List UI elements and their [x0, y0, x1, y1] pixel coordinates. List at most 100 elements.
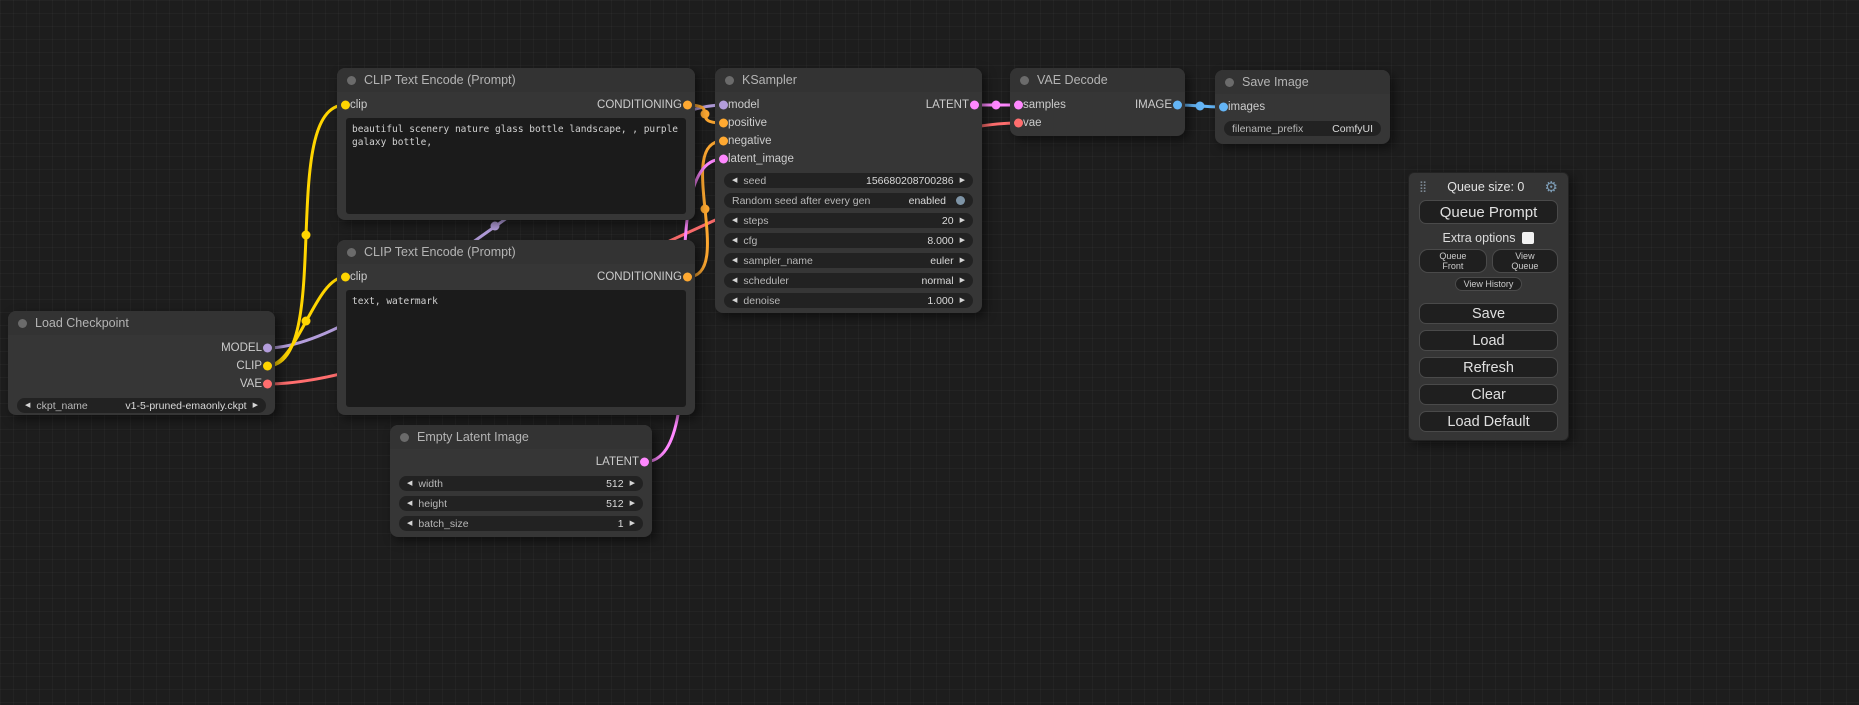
left-arrow-icon[interactable]: ◀	[732, 297, 737, 304]
model-input-port[interactable]	[719, 101, 728, 110]
node-title-bar[interactable]: CLIP Text Encode (Prompt)	[337, 68, 695, 92]
collapse-dot[interactable]	[725, 76, 734, 85]
left-arrow-icon[interactable]: ◀	[732, 177, 737, 184]
left-arrow-icon[interactable]: ◀	[732, 237, 737, 244]
widget-steps[interactable]: ◀ steps 20 ▶	[724, 213, 973, 228]
link-midpoint-dot	[992, 101, 1001, 110]
right-arrow-icon[interactable]: ▶	[960, 277, 965, 284]
negative-input-port[interactable]	[719, 137, 728, 146]
widget-width[interactable]: ◀ width 512 ▶	[399, 476, 643, 491]
slot-label: clip	[350, 271, 367, 283]
link-midpoint-dot	[701, 205, 710, 214]
node-title-bar[interactable]: CLIP Text Encode (Prompt)	[337, 240, 695, 264]
drag-handle-icon[interactable]: ⣿	[1419, 182, 1427, 193]
node-graph-canvas[interactable]: Load Checkpoint MODEL CLIP VAE ◀ ckpt_na…	[0, 0, 1859, 705]
node-ksampler[interactable]: KSampler model LATENT positive negative …	[715, 68, 982, 313]
widget-name: Random seed after every gen	[732, 195, 870, 207]
extra-options-checkbox[interactable]	[1522, 232, 1534, 244]
positive-input-port[interactable]	[719, 119, 728, 128]
collapse-dot[interactable]	[1020, 76, 1029, 85]
right-arrow-icon[interactable]: ▶	[960, 297, 965, 304]
right-arrow-icon[interactable]: ▶	[960, 177, 965, 184]
widget-sampler-name[interactable]: ◀ sampler_name euler ▶	[724, 253, 973, 268]
output-slot-clip: CLIP	[8, 357, 275, 375]
image-output-port[interactable]	[1173, 101, 1182, 110]
right-arrow-icon[interactable]: ▶	[960, 217, 965, 224]
left-arrow-icon[interactable]: ◀	[407, 500, 412, 507]
node-clip-text-encode-negative[interactable]: CLIP Text Encode (Prompt) clip CONDITION…	[337, 240, 695, 415]
vae-output-port[interactable]	[263, 380, 272, 389]
conditioning-output-port[interactable]	[683, 273, 692, 282]
left-arrow-icon[interactable]: ◀	[407, 480, 412, 487]
collapse-dot[interactable]	[18, 319, 27, 328]
collapse-dot[interactable]	[347, 248, 356, 257]
widget-height[interactable]: ◀ height 512 ▶	[399, 496, 643, 511]
node-empty-latent-image[interactable]: Empty Latent Image LATENT ◀ width 512 ▶ …	[390, 425, 652, 537]
collapse-dot[interactable]	[400, 433, 409, 442]
node-title-bar[interactable]: Load Checkpoint	[8, 311, 275, 335]
right-arrow-icon[interactable]: ▶	[253, 402, 258, 409]
load-default-button[interactable]: Load Default	[1419, 411, 1558, 432]
right-arrow-icon[interactable]: ▶	[630, 500, 635, 507]
left-arrow-icon[interactable]: ◀	[732, 257, 737, 264]
widget-ckpt-name[interactable]: ◀ ckpt_name v1-5-pruned-emaonly.ckpt ▶	[17, 398, 266, 413]
collapse-dot[interactable]	[1225, 78, 1234, 87]
latent-output-port[interactable]	[970, 101, 979, 110]
latent-output-port[interactable]	[640, 458, 649, 467]
clear-button[interactable]: Clear	[1419, 384, 1558, 405]
link-midpoint-dot	[1196, 102, 1205, 111]
left-arrow-icon[interactable]: ◀	[25, 402, 30, 409]
settings-gear-icon[interactable]: ⚙	[1545, 180, 1558, 195]
vae-input-port[interactable]	[1014, 119, 1023, 128]
slot-row: samples IMAGE	[1010, 96, 1185, 114]
extra-options-label: Extra options	[1443, 231, 1516, 245]
conditioning-output-port[interactable]	[683, 101, 692, 110]
negative-prompt-textarea[interactable]: text, watermark	[346, 290, 686, 407]
slot-label: model	[728, 99, 759, 111]
node-clip-text-encode-positive[interactable]: CLIP Text Encode (Prompt) clip CONDITION…	[337, 68, 695, 220]
widget-random-seed-toggle[interactable]: Random seed after every gen enabled	[724, 193, 973, 208]
left-arrow-icon[interactable]: ◀	[407, 520, 412, 527]
clip-input-port[interactable]	[341, 101, 350, 110]
widget-name: denoise	[743, 295, 780, 307]
positive-prompt-textarea[interactable]: beautiful scenery nature glass bottle la…	[346, 118, 686, 214]
view-queue-button[interactable]: View Queue	[1492, 249, 1558, 273]
clip-output-port[interactable]	[263, 362, 272, 371]
collapse-dot[interactable]	[347, 76, 356, 85]
node-save-image[interactable]: Save Image images filename_prefix ComfyU…	[1215, 70, 1390, 144]
queue-prompt-button[interactable]: Queue Prompt	[1419, 200, 1558, 224]
right-arrow-icon[interactable]: ▶	[960, 257, 965, 264]
node-title-bar[interactable]: VAE Decode	[1010, 68, 1185, 92]
latent-image-input-port[interactable]	[719, 155, 728, 164]
right-arrow-icon[interactable]: ▶	[630, 480, 635, 487]
clip-input-port[interactable]	[341, 273, 350, 282]
model-output-port[interactable]	[263, 344, 272, 353]
right-arrow-icon[interactable]: ▶	[960, 237, 965, 244]
samples-input-port[interactable]	[1014, 101, 1023, 110]
left-arrow-icon[interactable]: ◀	[732, 217, 737, 224]
view-history-button[interactable]: View History	[1455, 277, 1523, 291]
widget-seed[interactable]: ◀ seed 156680208700286 ▶	[724, 173, 973, 188]
widget-denoise[interactable]: ◀ denoise 1.000 ▶	[724, 293, 973, 308]
left-arrow-icon[interactable]: ◀	[732, 277, 737, 284]
refresh-button[interactable]: Refresh	[1419, 357, 1558, 378]
widget-scheduler[interactable]: ◀ scheduler normal ▶	[724, 273, 973, 288]
node-title-bar[interactable]: Save Image	[1215, 70, 1390, 94]
slot-label: IMAGE	[1135, 99, 1172, 111]
save-button[interactable]: Save	[1419, 303, 1558, 324]
node-title-bar[interactable]: KSampler	[715, 68, 982, 92]
node-title-bar[interactable]: Empty Latent Image	[390, 425, 652, 449]
queue-front-button[interactable]: Queue Front	[1419, 249, 1487, 273]
images-input-port[interactable]	[1219, 103, 1228, 112]
link-midpoint-dot	[302, 231, 311, 240]
widget-batch-size[interactable]: ◀ batch_size 1 ▶	[399, 516, 643, 531]
right-arrow-icon[interactable]: ▶	[630, 520, 635, 527]
toggle-dot-icon[interactable]	[956, 196, 965, 205]
widget-cfg[interactable]: ◀ cfg 8.000 ▶	[724, 233, 973, 248]
slot-label: images	[1228, 101, 1265, 113]
node-load-checkpoint[interactable]: Load Checkpoint MODEL CLIP VAE ◀ ckpt_na…	[8, 311, 275, 415]
node-vae-decode[interactable]: VAE Decode samples IMAGE vae	[1010, 68, 1185, 136]
slot-row: clip CONDITIONING	[337, 268, 695, 286]
widget-filename-prefix[interactable]: filename_prefix ComfyUI	[1224, 121, 1381, 136]
load-button[interactable]: Load	[1419, 330, 1558, 351]
